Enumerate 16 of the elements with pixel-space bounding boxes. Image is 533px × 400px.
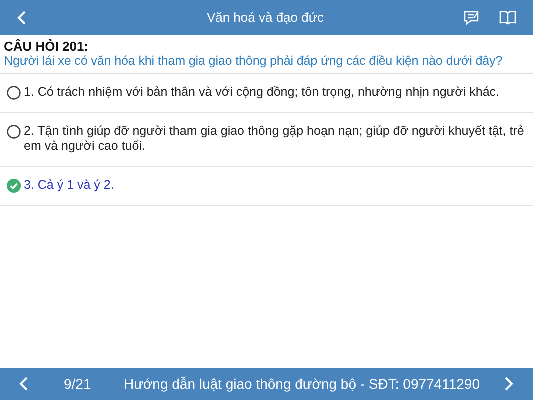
radio-icon[interactable] [7, 125, 21, 139]
radio-icon[interactable] [7, 86, 21, 100]
question-number: CÂU HỎI 201: [4, 39, 90, 54]
header-title: Văn hoá và đạo đức [206, 10, 326, 25]
back-button[interactable] [16, 10, 28, 26]
page-counter: 9/21 [64, 376, 92, 392]
check-icon[interactable] [7, 179, 21, 193]
answer-text[interactable]: 1. Có trách nhiệm với bản thân và với cộng đồng; tôn trọng, nhường nhịn người khác. [24, 85, 500, 100]
next-button[interactable] [503, 376, 515, 392]
footer-caption: Hướng dẫn luật giao thông đường bộ - SĐT: 0977411290 [124, 376, 481, 392]
question-text: Người lái xe có văn hóa khi tham gia giao thông phải đáp ứng các điều kiện nào dưới đây? [4, 54, 504, 68]
book-icon[interactable] [499, 10, 517, 26]
previous-button[interactable] [18, 376, 30, 392]
answer-text[interactable]: 2. Tận tình giúp đỡ người tham gia giao thông gặp hoạn nạn; giúp đỡ người khuyết tật, trẻ em và người cao tuổi. [24, 124, 525, 154]
note-icon[interactable] [463, 8, 481, 26]
answer-text[interactable]: 3. Cả ý 1 và ý 2. [24, 178, 114, 193]
